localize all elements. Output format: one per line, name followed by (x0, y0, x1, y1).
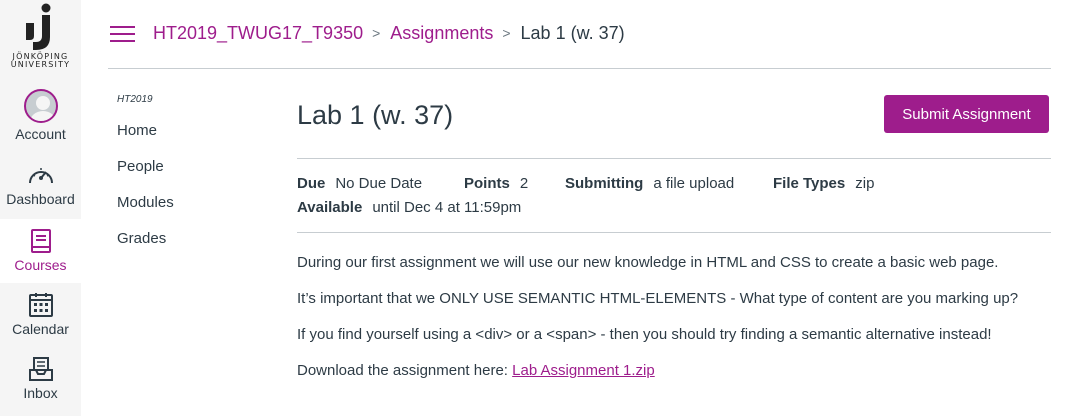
submitting-field: Submitting a file upload (565, 175, 734, 192)
nav-dashboard[interactable]: Dashboard (0, 164, 81, 207)
breadcrumb-assignments-link[interactable]: Assignments (390, 23, 493, 44)
filetypes-field: File Types zip (773, 175, 874, 192)
submitting-value: a file upload (653, 175, 735, 192)
nav-calendar-label: Calendar (12, 321, 69, 337)
breadcrumb-course-link[interactable]: HT2019_TWUG17_T9350 (153, 23, 363, 44)
assignment-title: Lab 1 (w. 37) (297, 100, 454, 130)
course-nav-home[interactable]: Home (117, 122, 174, 158)
course-menu-toggle-button[interactable] (110, 25, 135, 43)
nav-calendar[interactable]: Calendar (0, 292, 81, 337)
nav-dashboard-label: Dashboard (6, 191, 75, 207)
details-bottom-divider (297, 232, 1051, 233)
lab-assignment-download-link[interactable]: Lab Assignment 1.zip (512, 362, 655, 379)
due-label: Due (297, 175, 326, 192)
nav-courses-label: Courses (14, 257, 67, 273)
nav-account-label: Account (15, 126, 66, 142)
chevron-right-icon: > (372, 25, 381, 41)
submitting-label: Submitting (565, 175, 644, 192)
logo-text-line2: UNIVERSITY (10, 60, 71, 69)
nav-inbox[interactable]: Inbox (0, 356, 81, 401)
available-label: Available (297, 199, 363, 216)
logo-mark-icon (25, 3, 50, 50)
calendar-icon (28, 293, 53, 317)
course-nav: HT2019 Home People Modules Grades (117, 94, 174, 266)
inbox-icon (28, 357, 53, 381)
due-value: No Due Date (335, 175, 423, 192)
course-nav-modules[interactable]: Modules (117, 194, 174, 230)
course-nav-grades[interactable]: Grades (117, 230, 174, 266)
global-nav: JÖNKÖPING UNIVERSITY Account Dashboard C… (0, 0, 81, 416)
due-field: Due No Due Date (297, 175, 422, 192)
nav-inbox-label: Inbox (23, 385, 58, 401)
avatar-icon (23, 89, 58, 123)
nav-courses[interactable]: Courses (0, 219, 81, 283)
filetypes-value: zip (855, 175, 875, 192)
breadcrumb: HT2019_TWUG17_T9350 > Assignments > Lab … (153, 21, 625, 45)
course-nav-people[interactable]: People (117, 158, 174, 194)
filetypes-label: File Types (773, 175, 846, 192)
available-value: until Dec 4 at 11:59pm (372, 199, 522, 216)
term-label: HT2019 (117, 94, 153, 105)
description-paragraph: If you find yourself using a <div> or a … (297, 326, 992, 343)
chevron-right-icon: > (502, 25, 511, 41)
points-value: 2 (519, 175, 529, 192)
description-paragraph: During our first assignment we will use … (297, 254, 999, 271)
breadcrumb-current: Lab 1 (w. 37) (520, 22, 625, 43)
header-divider (108, 68, 1051, 69)
available-field: Available until Dec 4 at 11:59pm (297, 199, 521, 216)
courses-book-icon (30, 229, 51, 253)
submit-assignment-button[interactable]: Submit Assignment (884, 95, 1049, 133)
points-label: Points (464, 175, 510, 192)
points-field: Points 2 (464, 175, 528, 192)
details-top-divider (297, 158, 1051, 159)
description-paragraph: It’s important that we ONLY USE SEMANTIC… (297, 290, 1019, 307)
university-logo[interactable]: JÖNKÖPING UNIVERSITY (0, 0, 81, 82)
dashboard-gauge-icon (28, 168, 53, 184)
download-text: Download the assignment here: (297, 362, 513, 379)
download-paragraph: Download the assignment here: Lab Assign… (297, 362, 655, 379)
nav-account[interactable]: Account (0, 89, 81, 142)
